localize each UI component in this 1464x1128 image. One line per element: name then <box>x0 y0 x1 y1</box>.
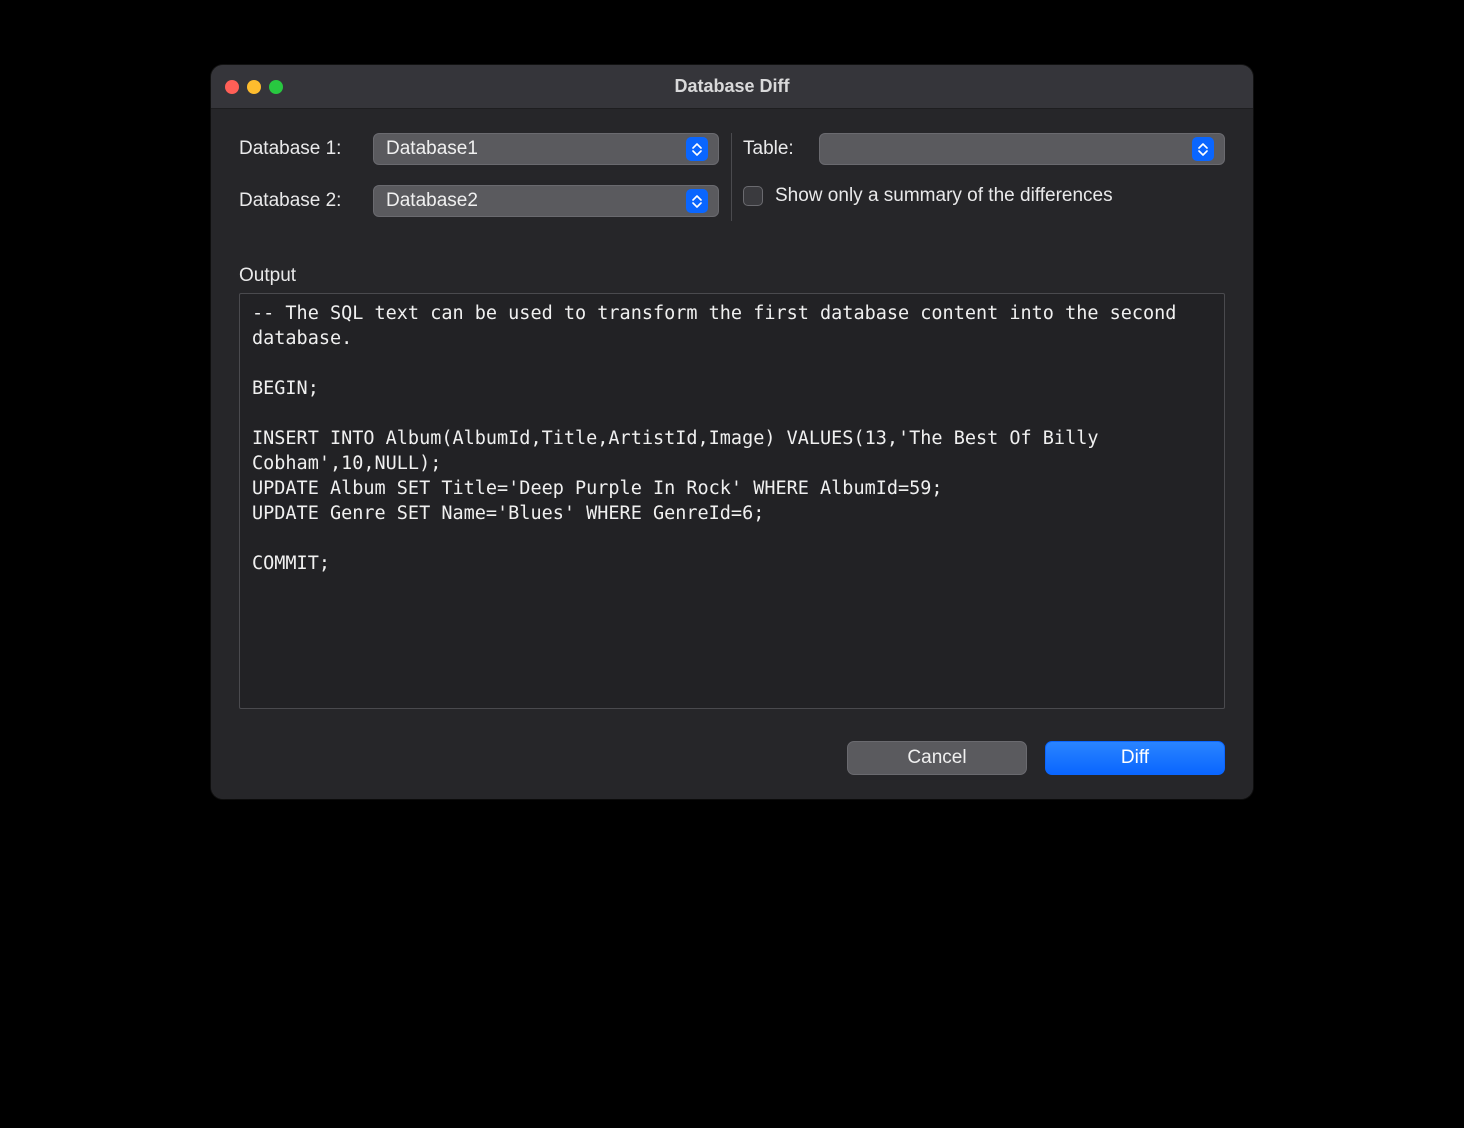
database2-select[interactable]: Database2 <box>373 185 719 217</box>
traffic-lights <box>225 80 283 94</box>
form-row: Database 1: Database1 Database 2: Databa… <box>239 133 1225 221</box>
updown-icon <box>686 189 708 213</box>
vertical-divider <box>731 133 732 221</box>
cancel-button[interactable]: Cancel <box>847 741 1027 775</box>
minimize-window-button[interactable] <box>247 80 261 94</box>
database2-value: Database2 <box>386 190 686 212</box>
updown-icon <box>686 137 708 161</box>
window-title: Database Diff <box>211 76 1253 97</box>
diff-button[interactable]: Diff <box>1045 741 1225 775</box>
dialog-actions: Cancel Diff <box>239 741 1225 775</box>
database1-select[interactable]: Database1 <box>373 133 719 165</box>
summary-checkbox-row: Show only a summary of the differences <box>743 185 1225 207</box>
output-label: Output <box>239 265 1225 287</box>
database1-field: Database 1: Database1 <box>239 133 719 165</box>
zoom-window-button[interactable] <box>269 80 283 94</box>
table-field: Table: <box>743 133 1225 165</box>
database2-label: Database 2: <box>239 190 359 212</box>
database1-label: Database 1: <box>239 138 359 160</box>
table-select[interactable] <box>819 133 1225 165</box>
database1-value: Database1 <box>386 138 686 160</box>
summary-checkbox[interactable] <box>743 186 763 206</box>
updown-icon <box>1192 137 1214 161</box>
right-column: Table: Show only a summary of the differ… <box>743 133 1225 207</box>
summary-checkbox-label: Show only a summary of the differences <box>775 185 1113 207</box>
close-window-button[interactable] <box>225 80 239 94</box>
dialog-window: Database Diff Database 1: Database1 Data… <box>211 65 1253 799</box>
dialog-content: Database 1: Database1 Database 2: Databa… <box>211 109 1253 799</box>
database2-field: Database 2: Database2 <box>239 185 719 217</box>
output-textarea[interactable]: -- The SQL text can be used to transform… <box>239 293 1225 709</box>
table-label: Table: <box>743 138 805 160</box>
left-column: Database 1: Database1 Database 2: Databa… <box>239 133 719 217</box>
titlebar: Database Diff <box>211 65 1253 109</box>
